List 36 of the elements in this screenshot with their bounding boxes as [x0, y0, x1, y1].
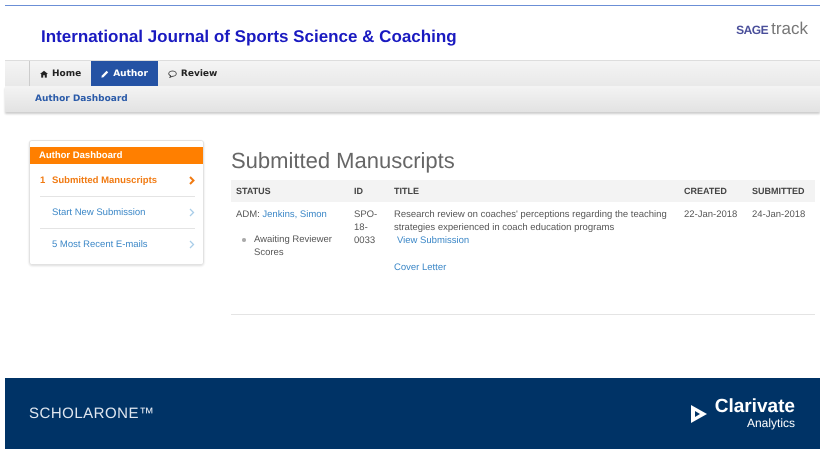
- chevron-icon: [189, 208, 195, 217]
- manuscript-link[interactable]: Cover Letter: [394, 262, 446, 273]
- table-cell: 24-Jan-2018: [747, 202, 815, 314]
- logo-brand: SAGE: [736, 23, 768, 37]
- home-icon: [40, 70, 48, 78]
- page-title: Submitted Manuscripts: [231, 148, 456, 174]
- column-header: ID: [349, 180, 389, 202]
- pencil-icon: [101, 70, 110, 78]
- bullet-icon: [242, 238, 246, 242]
- journal-title: International Journal of Sports Science & Coaching: [41, 27, 457, 47]
- sidebar-item[interactable]: 5 Most Recent E-mails: [40, 228, 195, 260]
- column-header: STATUS: [231, 180, 349, 202]
- person-link[interactable]: Jenkins, Simon: [262, 209, 327, 220]
- chevron-icon: [189, 240, 195, 249]
- nav-tab[interactable]: Review: [158, 61, 228, 86]
- nav-tab[interactable]: Author: [91, 61, 158, 86]
- column-header: CREATED: [679, 180, 747, 202]
- footer-brand: SCHOLARONE™: [29, 405, 155, 422]
- manuscript-link[interactable]: View Submission: [397, 235, 470, 246]
- column-header: SUBMITTED: [747, 180, 815, 202]
- company-logo-icon: [688, 402, 709, 424]
- sidebar-item[interactable]: 1 Submitted Manuscripts: [40, 164, 195, 196]
- speech-bubble-icon: [168, 70, 177, 78]
- status-note: Awaiting Reviewer Scores: [254, 233, 333, 259]
- sidebar-item[interactable]: Start New Submission: [40, 196, 195, 228]
- breadcrumb-link[interactable]: Author Dashboard: [35, 94, 128, 104]
- table-cell: SPO-18-0033: [349, 202, 389, 314]
- company-name: Clarivate: [714, 397, 795, 416]
- column-header: TITLE: [389, 180, 679, 202]
- table-cell: 22-Jan-2018: [679, 202, 747, 314]
- manuscript-title: Research review on coaches' perceptions regarding the teaching strategies experienced in coach education programs: [394, 208, 668, 234]
- status-text: ADM: Jenkins, Simon: [236, 209, 327, 220]
- company-subtitle: Analytics: [746, 416, 795, 430]
- logo-product: track: [771, 19, 808, 39]
- chevron-icon: [189, 176, 195, 184]
- sidebar-title: Author Dashboard: [30, 147, 203, 164]
